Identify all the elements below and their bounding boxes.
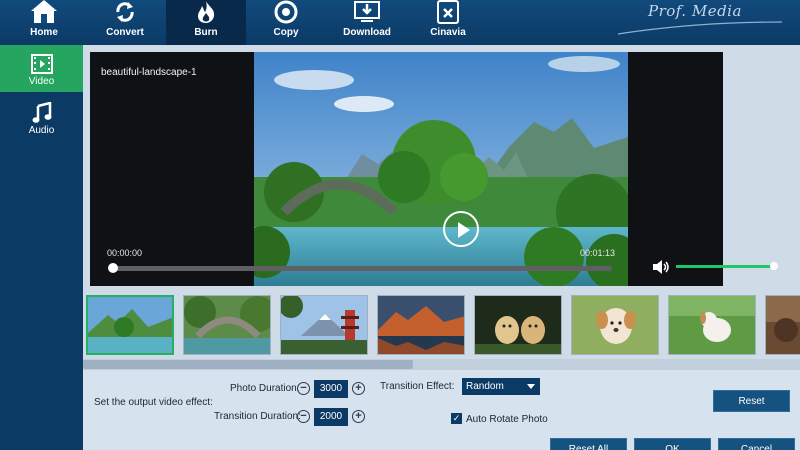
thumbnail-pagoda-fuji[interactable] xyxy=(280,295,368,355)
auto-rotate-label: Auto Rotate Photo xyxy=(466,414,548,425)
transition-duration-label: Transition Duration: xyxy=(214,411,301,422)
transition-effect-label: Transition Effect: xyxy=(380,381,455,392)
thumbnail-red-mountains[interactable] xyxy=(377,295,465,355)
sidebar-item-video-label: Video xyxy=(28,76,55,87)
sidebar-item-audio[interactable]: Audio xyxy=(0,94,83,141)
nav-cinavia-label: Cinavia xyxy=(430,27,466,38)
music-note-icon xyxy=(32,102,52,123)
thumbnail-river-bridge[interactable] xyxy=(86,295,174,355)
chevron-down-icon xyxy=(527,384,535,389)
sidebar-item-audio-label: Audio xyxy=(28,125,55,136)
volume-slider[interactable] xyxy=(676,265,774,268)
thumbnail-partial[interactable] xyxy=(765,295,800,355)
volume-handle[interactable] xyxy=(770,262,778,270)
cinavia-remove-icon xyxy=(437,0,459,24)
nav-burn[interactable]: Burn xyxy=(166,0,246,45)
nav-burn-label: Burn xyxy=(194,27,218,38)
sidebar: Video Audio xyxy=(0,45,83,450)
photo-duration-label: Photo Duration: xyxy=(230,383,300,394)
nav-convert-label: Convert xyxy=(106,27,144,38)
thumbnail-scrollbar-handle[interactable] xyxy=(83,360,413,369)
total-time: 00:01:13 xyxy=(580,248,616,258)
sidebar-item-video[interactable]: Video xyxy=(0,45,83,92)
reset-button[interactable]: Reset xyxy=(713,390,790,412)
thumbnail-white-puppy[interactable] xyxy=(668,295,756,355)
nav-download-label: Download xyxy=(343,27,391,38)
play-button[interactable] xyxy=(443,211,479,247)
nav-home-label: Home xyxy=(30,27,58,38)
seek-handle[interactable] xyxy=(108,263,118,273)
flame-icon xyxy=(198,1,215,23)
thumbnail-two-puppies[interactable] xyxy=(474,295,562,355)
transition-effect-value: Random xyxy=(466,381,504,392)
clip-title: beautiful-landscape-1 xyxy=(101,67,197,78)
nav-copy[interactable]: Copy xyxy=(246,0,326,45)
nav-home[interactable]: Home xyxy=(4,0,84,45)
disc-icon xyxy=(274,0,298,24)
video-preview[interactable]: beautiful-landscape-1 00:00:00 00:01:13 xyxy=(90,52,778,286)
current-time: 00:00:00 xyxy=(107,248,143,258)
thumbnail-puppy-grass[interactable] xyxy=(571,295,659,355)
download-icon xyxy=(354,1,380,22)
brand-swoosh xyxy=(617,21,783,35)
thumbnail-strip xyxy=(83,291,800,359)
home-icon xyxy=(31,0,57,23)
transition-duration-increase-button[interactable]: + xyxy=(352,410,365,423)
nav-cinavia[interactable]: Cinavia xyxy=(408,0,488,45)
nav-copy-label: Copy xyxy=(273,27,299,38)
reset-all-button[interactable]: Reset All xyxy=(550,438,627,450)
transition-effect-select[interactable]: Random xyxy=(462,378,540,395)
photo-duration-decrease-button[interactable]: − xyxy=(297,382,310,395)
thumbnail-stone-bridge[interactable] xyxy=(183,295,271,355)
top-navigation: Home Convert Burn Copy Download Cinavia … xyxy=(0,0,800,45)
convert-icon xyxy=(116,2,134,22)
nav-download[interactable]: Download xyxy=(327,0,407,45)
cancel-button[interactable]: Cancel xyxy=(718,438,795,450)
auto-rotate-checkbox[interactable]: ✓ xyxy=(451,413,462,424)
photo-duration-increase-button[interactable]: + xyxy=(352,382,365,395)
ok-button[interactable]: OK xyxy=(634,438,711,450)
section-label: Set the output video effect: xyxy=(94,397,213,408)
preview-image xyxy=(254,52,628,286)
seek-bar[interactable] xyxy=(112,266,612,271)
photo-duration-input[interactable]: 3000 xyxy=(314,380,348,398)
main-panel: beautiful-landscape-1 00:00:00 00:01:13 xyxy=(83,45,800,450)
transition-duration-input[interactable]: 2000 xyxy=(314,408,348,426)
nav-convert[interactable]: Convert xyxy=(85,0,165,45)
transition-duration-decrease-button[interactable]: − xyxy=(297,410,310,423)
effect-settings: Set the output video effect: Photo Durat… xyxy=(83,370,800,450)
volume-icon[interactable] xyxy=(652,260,670,274)
film-icon xyxy=(31,54,53,74)
